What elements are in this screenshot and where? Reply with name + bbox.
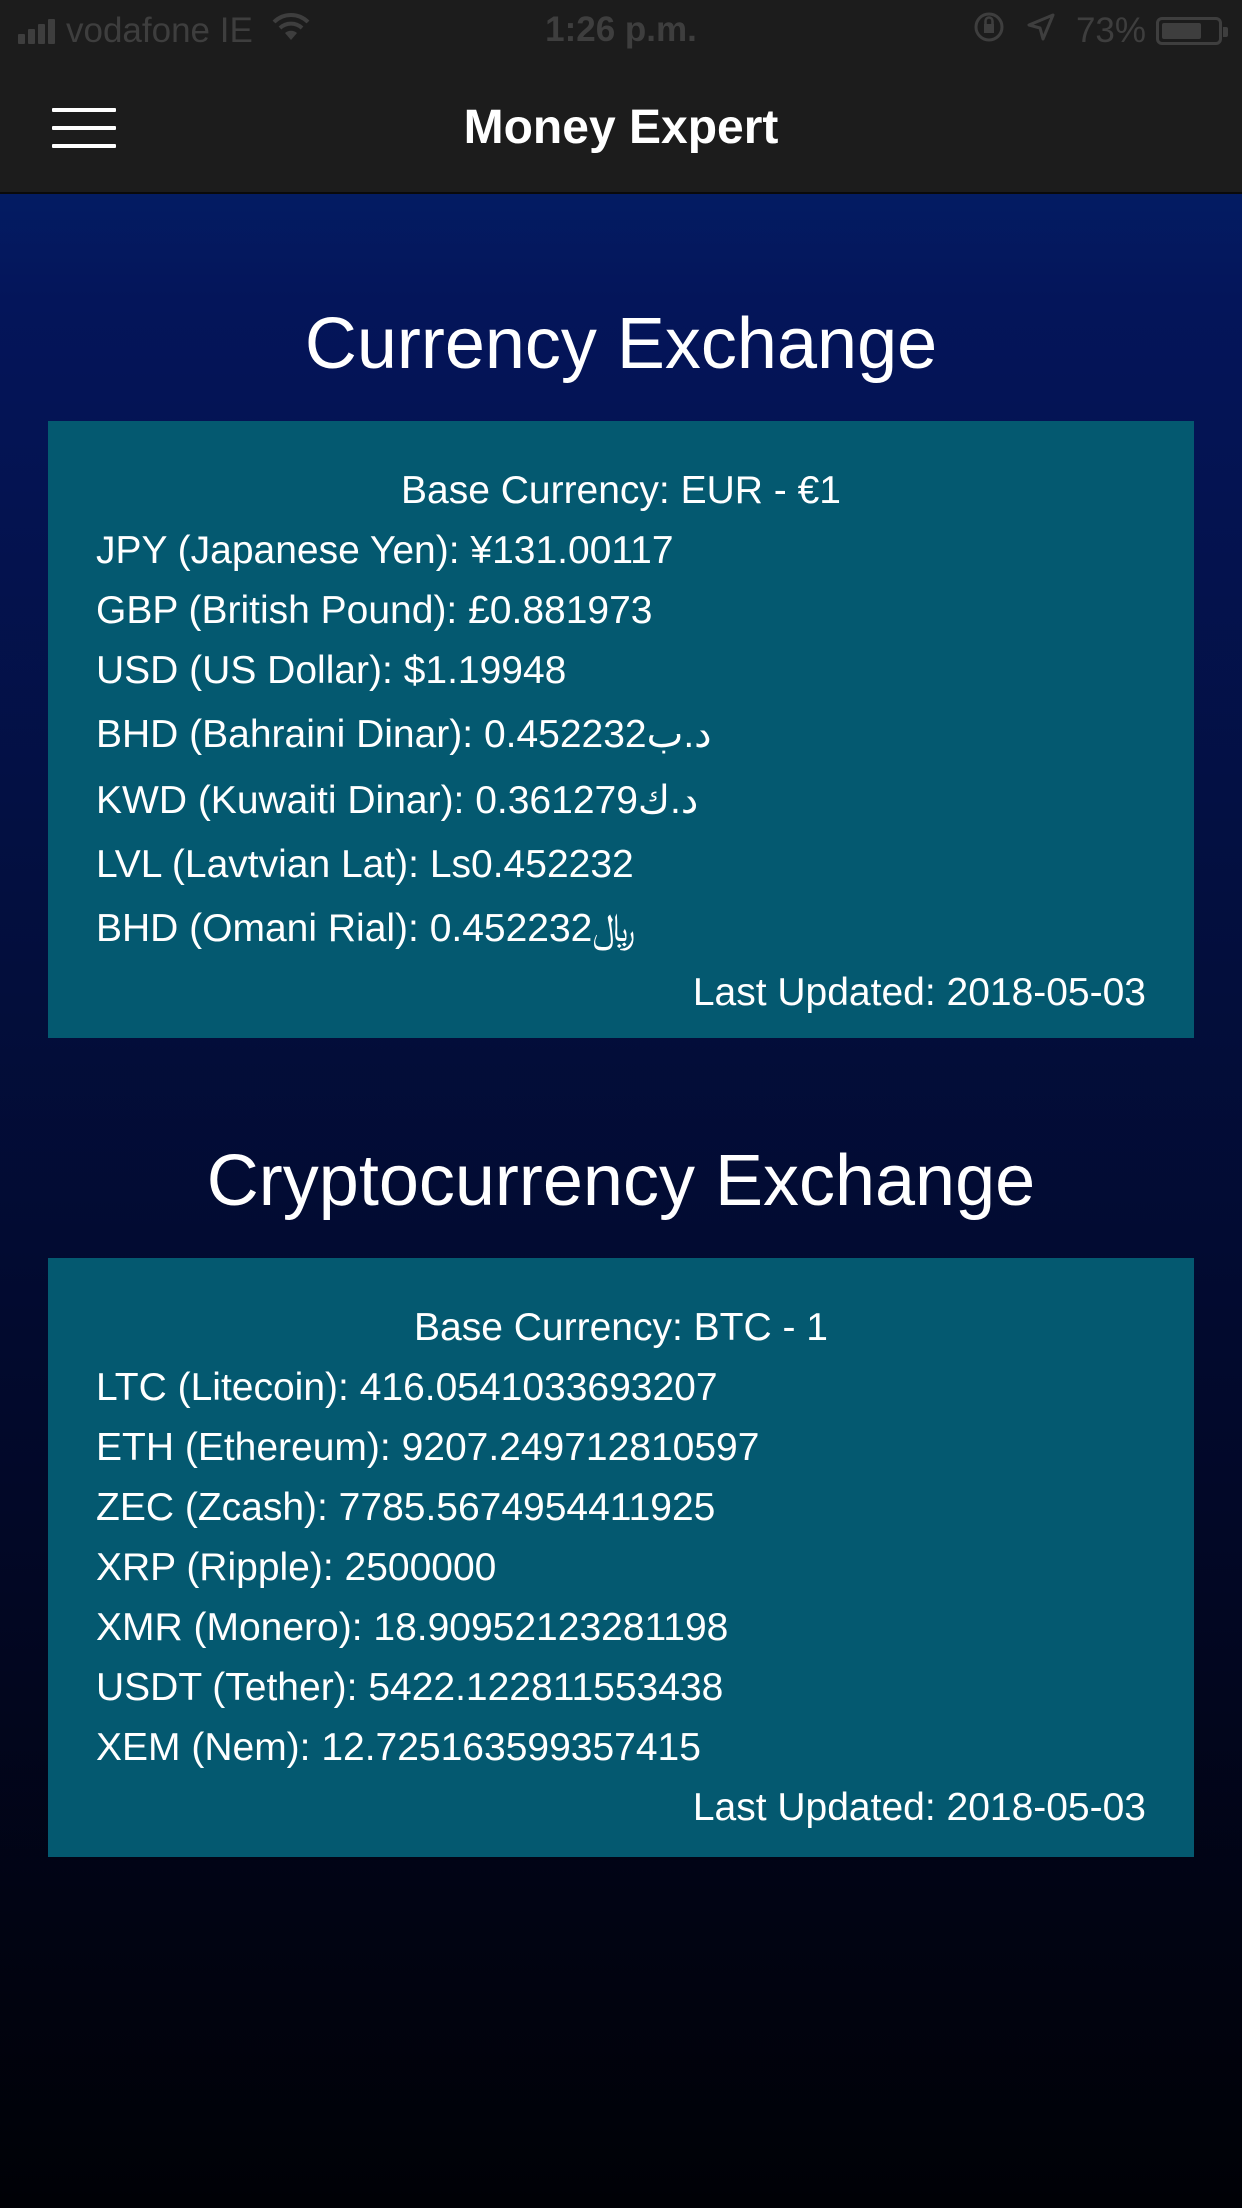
crypto-rate-row: LTC (Litecoin): 416.0541033693207	[96, 1366, 718, 1409]
status-right: 73%	[972, 10, 1228, 53]
crypto-rate-row: XRP (Ripple): 2500000	[96, 1546, 497, 1589]
battery-icon	[1156, 17, 1228, 45]
crypto-exchange-card: Base Currency: BTC - 1 LTC (Litecoin): 4…	[48, 1258, 1194, 1857]
status-bar: vodafone IE 1:26 p.m. 73%	[0, 0, 1242, 62]
currency-base: Base Currency: EUR - €1	[401, 469, 841, 512]
currency-rate-row: JPY (Japanese Yen): ¥131.00117	[96, 529, 674, 572]
battery-level	[1162, 23, 1201, 39]
battery-percent: 73%	[1075, 11, 1146, 50]
crypto-rate-row: ETH (Ethereum): 9207.249712810597	[96, 1426, 760, 1469]
currency-rate-row: BHD (Bahraini Dinar): 0.452232د.ب	[96, 713, 712, 756]
crypto-last-updated: Last Updated: 2018-05-03	[692, 1786, 1146, 1829]
currency-rate-row: BHD (Omani Rial): 0.452232﷼	[96, 907, 636, 950]
crypto-rate-row: XEM (Nem): 12.725163599357415	[96, 1726, 701, 1769]
battery-tip	[1223, 27, 1228, 37]
crypto-rate-row: ZEC (Zcash): 7785.5674954411925	[96, 1486, 716, 1529]
app-header: Money Expert	[0, 62, 1242, 194]
app-title: Money Expert	[463, 101, 779, 154]
orientation-lock-icon	[972, 10, 1006, 53]
crypto-rate-row: XMR (Monero): 18.90952123281198	[96, 1606, 729, 1649]
currency-last-updated: Last Updated: 2018-05-03	[692, 971, 1146, 1014]
currency-rate-row: USD (US Dollar): $1.19948	[96, 649, 567, 692]
location-arrow-icon	[1026, 11, 1056, 51]
crypto-rate-row: USDT (Tether): 5422.122811553438	[96, 1666, 724, 1709]
crypto-exchange-title: Cryptocurrency Exchange	[206, 1141, 1036, 1221]
currency-exchange-title: Currency Exchange	[304, 304, 938, 384]
currency-rate-row: GBP (British Pound): £0.881973	[96, 589, 653, 632]
currency-rate-row: KWD (Kuwaiti Dinar): 0.361279د.ك	[96, 779, 699, 822]
currency-exchange-card: Base Currency: EUR - €1 JPY (Japanese Ye…	[48, 421, 1194, 1038]
currency-rate-row: LVL (Lavtvian Lat): Ls0.452232	[96, 843, 634, 886]
crypto-base: Base Currency: BTC - 1	[414, 1306, 828, 1349]
